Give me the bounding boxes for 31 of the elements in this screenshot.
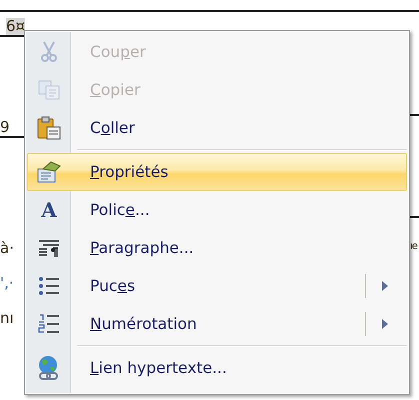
properties-icon bbox=[37, 161, 61, 183]
numbered-list-icon bbox=[38, 313, 60, 335]
text-fragment: ',· bbox=[0, 275, 14, 292]
menu-item-label: Couper bbox=[90, 43, 147, 61]
menu-item-label: Coller bbox=[90, 119, 136, 137]
copy-icon bbox=[38, 80, 60, 100]
menu-item[interactable]: Numérotation bbox=[27, 305, 407, 343]
menu-item-label: Police... bbox=[90, 201, 151, 219]
text-fragment: à· bbox=[0, 240, 14, 257]
menu-item-label: Numérotation bbox=[90, 315, 198, 333]
menu-item[interactable]: Propriétés bbox=[27, 153, 407, 191]
menu-item-label: Puces bbox=[90, 277, 136, 295]
paste-icon bbox=[37, 116, 61, 140]
text-fragment: nı bbox=[0, 310, 14, 327]
text-fragment: 6¤ bbox=[6, 18, 26, 35]
menu-item-label: Lien hypertexte... bbox=[90, 359, 228, 377]
globe-link-icon bbox=[37, 355, 61, 381]
scissors-icon bbox=[41, 41, 57, 63]
font-icon: A bbox=[41, 198, 57, 222]
menu-item-label: Copier bbox=[90, 81, 142, 99]
text-fragment: ıe bbox=[410, 240, 418, 254]
menu-item[interactable]: Lien hypertexte... bbox=[27, 349, 407, 387]
menu-item-label: Paragraphe... bbox=[90, 239, 195, 257]
menu-item[interactable]: Paragraphe... bbox=[27, 229, 407, 267]
menu-item-label: Propriétés bbox=[90, 163, 170, 181]
bullet-list-icon bbox=[38, 276, 60, 296]
paragraph-icon bbox=[38, 239, 60, 257]
menu-item[interactable]: Puces bbox=[27, 267, 407, 305]
menu-item[interactable]: A Police... bbox=[27, 191, 407, 229]
menu-item[interactable]: Coller bbox=[27, 109, 407, 147]
text-fragment: 9 bbox=[0, 119, 10, 136]
